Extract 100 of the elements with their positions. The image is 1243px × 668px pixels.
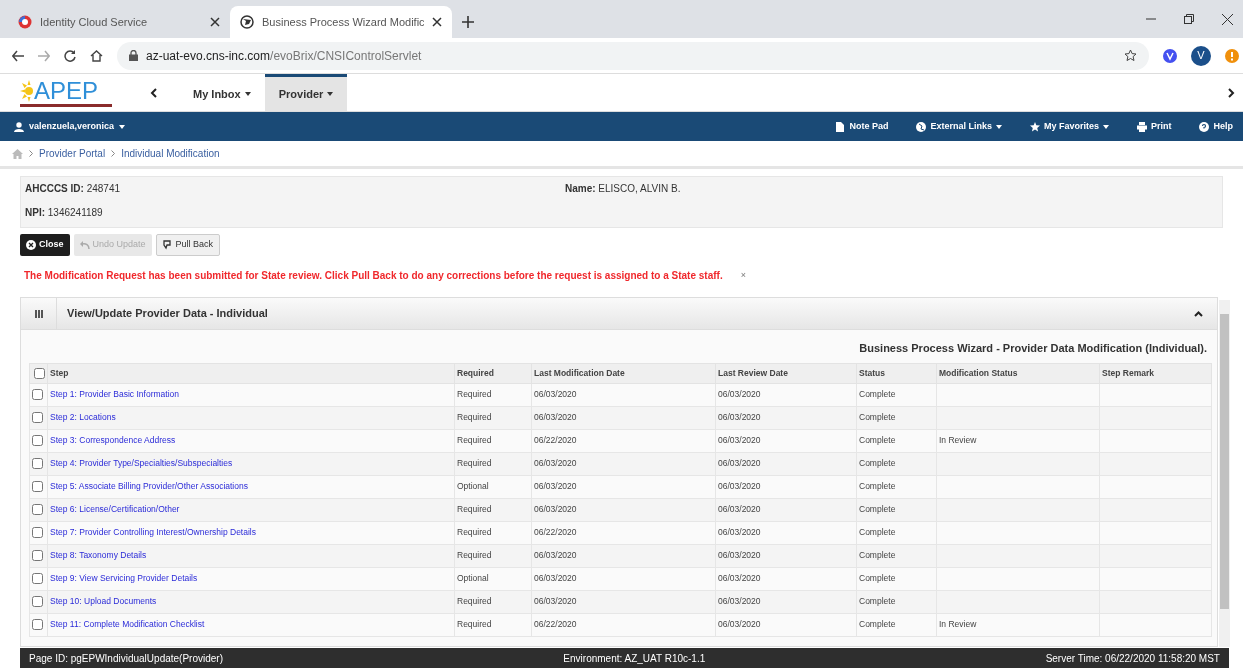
plus-icon	[462, 16, 474, 28]
checkbox[interactable]	[32, 504, 43, 516]
table-cell: 06/22/2020	[534, 435, 577, 446]
action-button[interactable]: Pull Back	[155, 234, 221, 256]
undo-icon	[79, 240, 90, 250]
caret-icon	[995, 124, 1002, 129]
menu-tab[interactable]: Provider	[264, 74, 348, 111]
home-icon	[12, 148, 23, 159]
sun-icon	[20, 79, 34, 102]
browser-tab[interactable]: Business Process Wizard Modific	[230, 6, 452, 38]
table-cell: Complete	[859, 504, 896, 515]
table-cell: Required	[457, 504, 492, 515]
checkbox[interactable]	[32, 596, 43, 608]
tab-title: Identity Cloud Service	[40, 14, 148, 30]
table-cell: 06/03/2020	[718, 435, 761, 446]
table-cell: Required	[457, 458, 492, 469]
checkbox[interactable]	[32, 573, 43, 585]
toolbar-link[interactable]: Print	[1136, 119, 1172, 134]
printer-icon	[1136, 121, 1147, 132]
step-link[interactable]: Step 1: Provider Basic Information	[50, 389, 179, 400]
column-header: Required	[457, 367, 494, 378]
table-cell: Complete	[859, 550, 896, 561]
table-cell: 06/03/2020	[718, 573, 761, 584]
checkbox[interactable]	[32, 527, 43, 539]
breadcrumb-link[interactable]: Individual Modification	[121, 146, 220, 161]
url-text: az-uat-evo.cns-inc.com/evoBrix/CNSIControlServlet	[146, 47, 422, 65]
toolbar-link[interactable]: Help	[1199, 119, 1233, 134]
column-header: Modification Status	[939, 367, 1018, 378]
table-cell: Required	[457, 619, 492, 630]
checkbox[interactable]	[34, 367, 45, 379]
table-cell: Required	[457, 389, 492, 400]
checkbox[interactable]	[32, 435, 43, 447]
hand-icon	[162, 240, 173, 250]
table-cell: Complete	[859, 573, 896, 584]
chevron-left-icon	[150, 87, 157, 98]
step-link[interactable]: Step 8: Taxonomy Details	[50, 550, 147, 561]
table-cell: 06/03/2020	[534, 596, 577, 607]
step-link[interactable]: Step 9: View Servicing Provider Details	[50, 573, 198, 584]
home-icon	[90, 49, 103, 62]
checkbox[interactable]	[32, 389, 43, 401]
star-icon	[1124, 49, 1137, 62]
column-header: Last Modification Date	[534, 367, 625, 378]
close-circle-icon	[26, 240, 36, 250]
table-cell: 06/03/2020	[718, 412, 761, 423]
table-cell: Complete	[859, 527, 896, 538]
checkbox[interactable]	[32, 619, 43, 631]
collapse-icon	[1194, 310, 1203, 317]
table-cell: 06/03/2020	[718, 481, 761, 492]
chevron-right-icon	[1228, 87, 1235, 98]
table-cell: Optional	[457, 481, 489, 492]
table-cell: 06/22/2020	[534, 527, 577, 538]
info-field: AHCCCS ID: 248741	[25, 181, 565, 199]
table-cell: 06/03/2020	[534, 550, 577, 561]
step-link[interactable]: Step 3: Correspondence Address	[50, 435, 176, 446]
profile-avatar[interactable]: V	[1191, 45, 1211, 66]
table-cell: Complete	[859, 481, 896, 492]
caret-icon	[244, 92, 251, 96]
table-cell: Required	[457, 412, 492, 423]
table-cell: In Review	[939, 619, 977, 630]
lock-icon	[129, 50, 138, 61]
alert-message: The Modification Request has been submitted for State review. Click Pull Back to do any corrections before the request is assigned to a State staff.	[24, 269, 723, 283]
column-header: Step Remark	[1102, 367, 1154, 378]
step-link[interactable]: Step 2: Locations	[50, 412, 116, 423]
step-link[interactable]: Step 11: Complete Modification Checklist	[50, 619, 205, 630]
column-header: Step	[50, 367, 69, 378]
toolbar-link[interactable]: Note Pad	[835, 119, 889, 134]
table-cell: 06/03/2020	[718, 596, 761, 607]
column-header: Status	[859, 367, 885, 378]
tab-title: Business Process Wizard Modific	[262, 14, 424, 30]
step-link[interactable]: Step 6: License/Certification/Other	[50, 504, 180, 515]
checkbox[interactable]	[32, 481, 43, 493]
table-cell: 06/22/2020	[534, 619, 577, 630]
action-button[interactable]: Close	[20, 234, 70, 256]
scrollbar-thumb[interactable]	[1220, 314, 1229, 609]
checkbox[interactable]	[32, 550, 43, 562]
table-cell: Complete	[859, 435, 896, 446]
table-cell: Complete	[859, 596, 896, 607]
menu-tab[interactable]: My Inbox	[179, 74, 265, 111]
dismiss-button[interactable]: ×	[740, 268, 746, 283]
address-bar[interactable]: az-uat-evo.cns-inc.com/evoBrix/CNSIControlServlet	[117, 41, 1149, 70]
user-menu[interactable]: valenzuela,veronica	[14, 119, 126, 134]
checkbox[interactable]	[32, 412, 43, 424]
step-link[interactable]: Step 10: Upload Documents	[50, 596, 157, 607]
page-id-text: Page ID: pgEPWIndividualUpdate(Provider)	[29, 651, 223, 666]
back-arrow-icon	[12, 49, 24, 62]
checkbox[interactable]	[32, 458, 43, 470]
table-cell: Complete	[859, 619, 896, 630]
table-cell: Required	[457, 550, 492, 561]
toolbar-link[interactable]: External Links	[916, 119, 1002, 134]
table-cell: 06/03/2020	[534, 412, 577, 423]
table-cell: 06/03/2020	[718, 389, 761, 400]
browser-tab[interactable]: Identity Cloud Service	[8, 6, 230, 38]
table-cell: Complete	[859, 458, 896, 469]
table-cell: 06/03/2020	[718, 619, 761, 630]
toolbar-link[interactable]: My Favorites	[1029, 119, 1109, 134]
breadcrumb-link[interactable]: Provider Portal	[39, 146, 106, 161]
logo-text: APEP	[34, 78, 99, 103]
table-cell: 06/03/2020	[718, 527, 761, 538]
help-icon	[1199, 121, 1210, 132]
column-header: Last Review Date	[718, 367, 788, 378]
